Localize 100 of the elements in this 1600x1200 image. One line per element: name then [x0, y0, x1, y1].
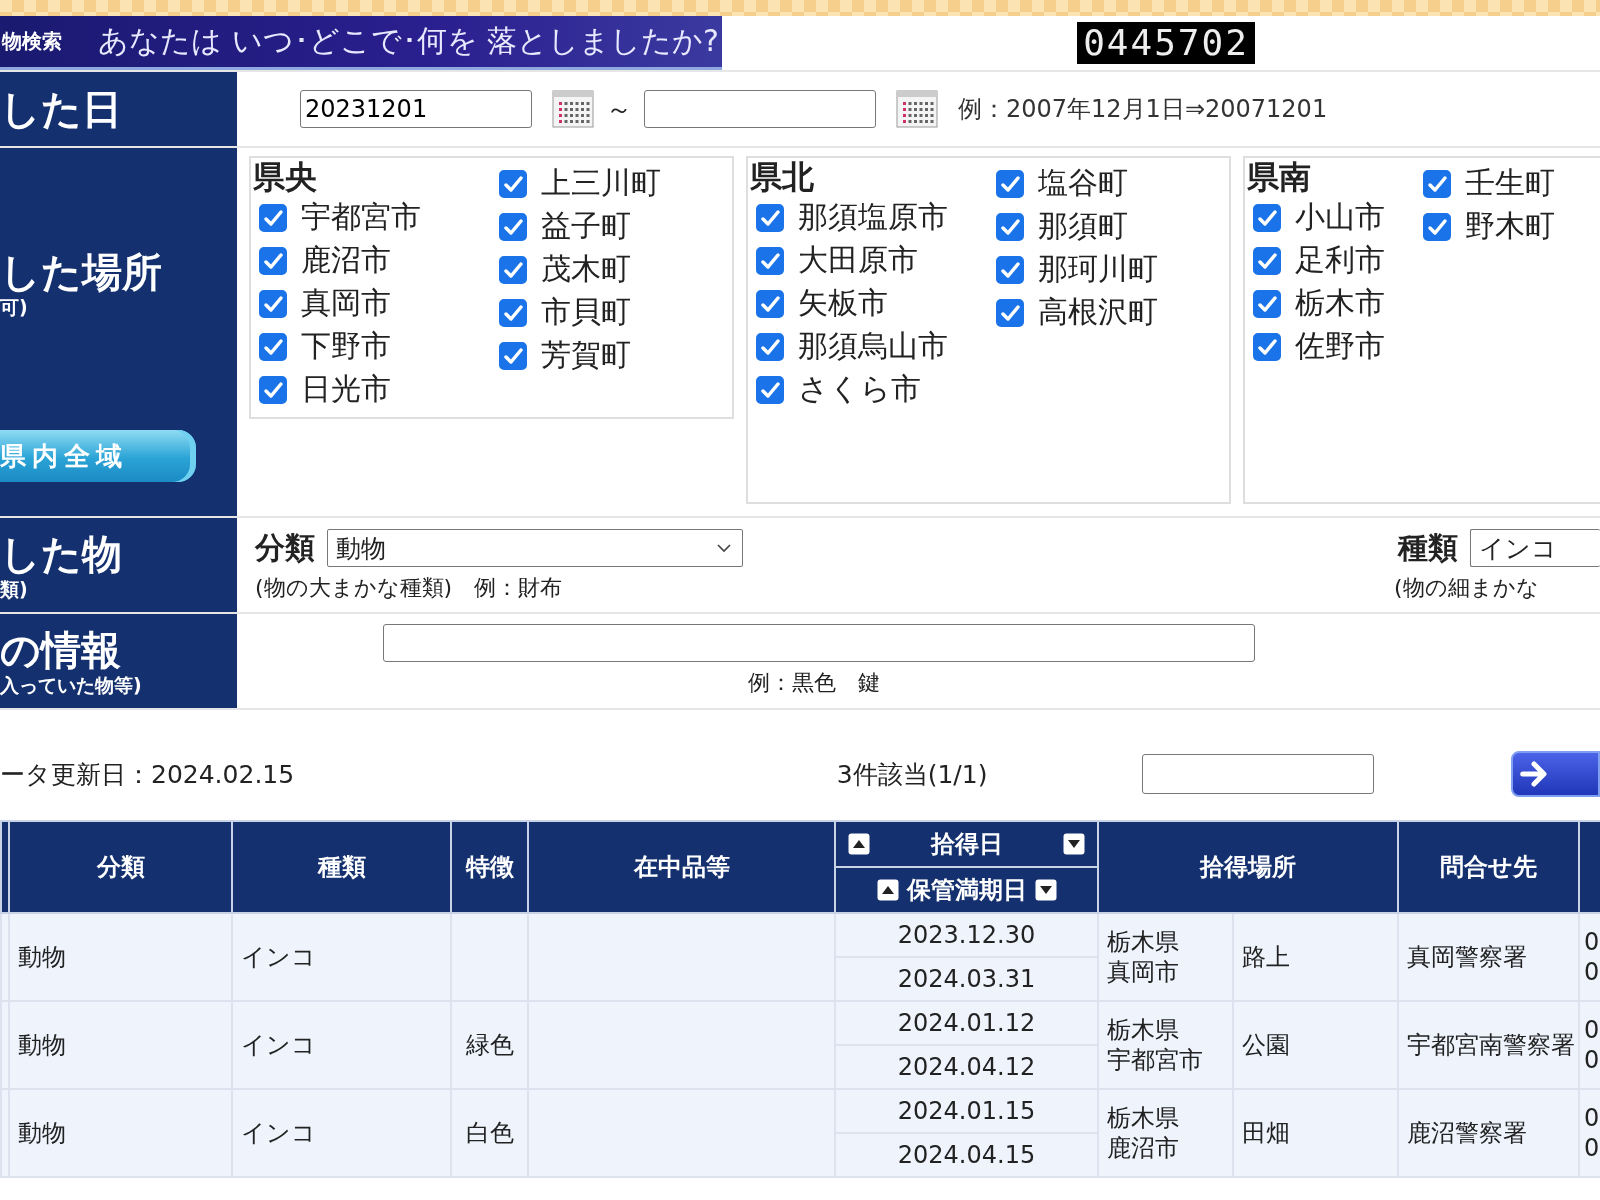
sort-ascending-icon[interactable]: [848, 833, 870, 855]
checkbox[interactable]: [756, 203, 784, 232]
checkbox[interactable]: [995, 298, 1024, 327]
column-header: 特徴: [451, 821, 528, 913]
hint-text: (物の細まかな: [1394, 573, 1540, 602]
section-title: 物検索: [0, 28, 62, 55]
area-name[interactable]: 野木町: [1465, 206, 1555, 247]
table-cell: インコ: [232, 913, 451, 1001]
area-name[interactable]: 益子町: [540, 206, 631, 247]
area-name[interactable]: 栃木市: [1295, 283, 1385, 324]
table-cell: 2024.01.15: [835, 1089, 1098, 1133]
checkbox[interactable]: [1423, 169, 1451, 198]
checkbox[interactable]: [498, 341, 527, 370]
checkbox[interactable]: [1253, 246, 1281, 275]
checkbox[interactable]: [995, 255, 1024, 284]
checkbox[interactable]: [259, 375, 287, 404]
checkbox[interactable]: [259, 246, 287, 275]
area-name[interactable]: 日光市: [301, 369, 391, 410]
area-name[interactable]: 真岡市: [301, 283, 391, 324]
sort-descending-icon[interactable]: [1063, 833, 1085, 855]
checkbox[interactable]: [1253, 289, 1281, 318]
range-separator: ～: [606, 92, 632, 126]
dropdown[interactable]: インコ: [1470, 529, 1600, 567]
area-name[interactable]: 佐野市: [1295, 326, 1385, 367]
area-name[interactable]: 矢板市: [798, 283, 888, 324]
area-name[interactable]: さくら市: [798, 369, 921, 410]
date-field[interactable]: 20231201: [300, 90, 532, 128]
checkbox[interactable]: [498, 169, 527, 198]
table-cell: 路上: [1233, 913, 1398, 1001]
date-field[interactable]: [644, 90, 876, 128]
row-label: の情報: [0, 626, 122, 674]
checkbox[interactable]: [1253, 203, 1281, 232]
checkbox[interactable]: [1423, 212, 1451, 241]
checkbox[interactable]: [259, 203, 287, 232]
table-cell-text: 0: [1584, 1133, 1596, 1163]
column-header: 分類: [9, 821, 232, 913]
area-name[interactable]: 壬生町: [1465, 163, 1555, 204]
result-count: 3件該当(1/1): [836, 758, 989, 791]
table-cell-text: 0: [1584, 1015, 1596, 1045]
table-cell: 動物: [9, 1001, 232, 1089]
area-name[interactable]: 鹿沼市: [301, 240, 391, 281]
region-title: 県南: [1247, 158, 1312, 196]
checkbox[interactable]: [498, 298, 527, 327]
row-label: した日: [0, 85, 123, 133]
field-label: 分類: [255, 528, 315, 567]
table-cell: インコ: [232, 1001, 451, 1089]
field-label: 種類: [1398, 528, 1458, 567]
checkbox[interactable]: [995, 169, 1024, 198]
city-text: 鹿沼市: [1107, 1133, 1180, 1163]
checkbox[interactable]: [498, 255, 527, 284]
table-cell: 2024.04.12: [835, 1045, 1098, 1089]
region-title: 県央: [253, 158, 318, 196]
area-name[interactable]: 那須烏山市: [798, 326, 948, 367]
dropdown[interactable]: 動物: [327, 529, 743, 567]
checkbox[interactable]: [1253, 332, 1281, 361]
header-label: 拾得日: [930, 829, 1003, 860]
area-name[interactable]: 高根沢町: [1037, 292, 1158, 333]
page-field[interactable]: [1141, 754, 1374, 794]
area-name[interactable]: 宇都宮市: [301, 197, 421, 238]
arrow-right-icon: [1518, 759, 1549, 789]
area-name[interactable]: 那須町: [1037, 206, 1128, 247]
example-text: 例：2007年12月1日⇒20071201: [958, 94, 1328, 125]
area-name[interactable]: 那珂川町: [1037, 249, 1158, 290]
area-name[interactable]: 大田原市: [798, 240, 918, 281]
table-cell: 公園: [1233, 1001, 1398, 1089]
area-name[interactable]: 市貝町: [540, 292, 631, 333]
table-cell: 2024.03.31: [835, 957, 1098, 1001]
area-name[interactable]: 塩谷町: [1037, 163, 1128, 204]
area-name[interactable]: 那須塩原市: [798, 197, 948, 238]
area-name[interactable]: 小山市: [1295, 197, 1385, 238]
checkbox[interactable]: [756, 375, 784, 404]
hint-text: (物の大まかな種類) 例：財布: [255, 573, 564, 602]
sort-descending-icon[interactable]: [1034, 879, 1057, 901]
area-name[interactable]: 足利市: [1295, 240, 1385, 281]
area-name[interactable]: 芳賀町: [540, 335, 631, 376]
checkbox[interactable]: [259, 289, 287, 318]
area-name[interactable]: 茂木町: [540, 249, 631, 290]
checkbox[interactable]: [756, 332, 784, 361]
sort-ascending-icon[interactable]: [876, 879, 899, 901]
next-button[interactable]: [1510, 751, 1600, 797]
update-date: ータ更新日：2024.02.15: [0, 758, 296, 791]
calendar-icon[interactable]: [552, 90, 594, 128]
checkbox[interactable]: [756, 246, 784, 275]
checkbox[interactable]: [756, 289, 784, 318]
text-field[interactable]: [383, 624, 1255, 662]
area-name[interactable]: 上三川町: [540, 163, 661, 204]
table-cell: 真岡警察署: [1398, 913, 1579, 1001]
area-name[interactable]: 下野市: [301, 326, 391, 367]
prefecture-text: 栃木県: [1107, 1015, 1180, 1045]
table-cell-text: 0: [1584, 957, 1596, 987]
checkbox[interactable]: [498, 212, 527, 241]
row-note: 可): [0, 296, 29, 318]
table-cell: 鹿沼警察署: [1398, 1089, 1579, 1177]
checkbox[interactable]: [995, 212, 1024, 241]
table-cell: 2024.01.12: [835, 1001, 1098, 1045]
checkbox[interactable]: [259, 332, 287, 361]
table-cell: 白色: [451, 1089, 528, 1177]
calendar-icon[interactable]: [896, 90, 938, 128]
banner-question: あなたは いつ･どこで･何を 落としましたか?: [98, 22, 719, 60]
table-cell-text: 0: [1584, 1103, 1596, 1133]
